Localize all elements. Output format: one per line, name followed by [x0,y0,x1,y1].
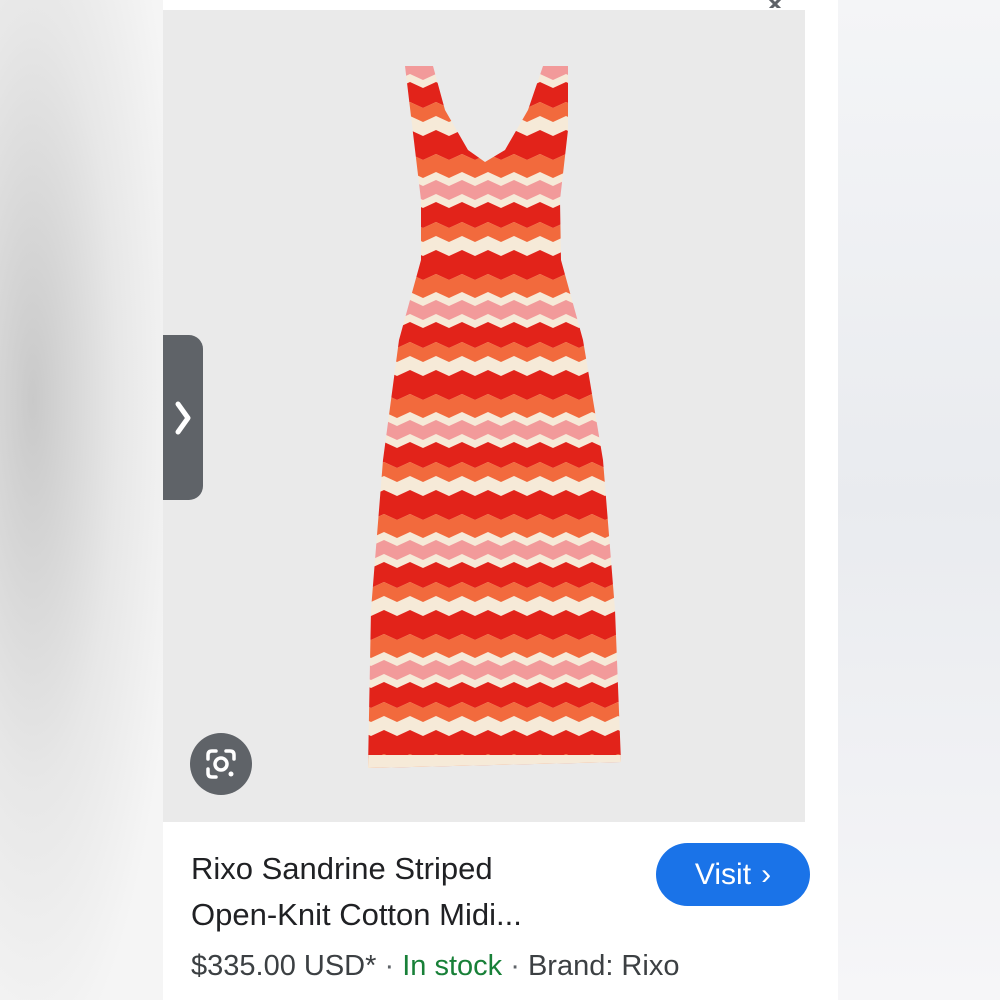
availability-status: In stock [402,950,503,982]
background-blur-left [0,0,165,1000]
google-lens-icon [206,749,236,779]
close-icon[interactable] [757,0,793,8]
price: $335.00 USD* [191,950,377,982]
product-title[interactable]: Rixo Sandrine Striped Open-Knit Cotton M… [191,846,641,938]
visit-label: Visit [694,857,752,891]
product-title-line1: Rixo Sandrine Striped [191,851,493,886]
product-title-line2: Open-Knit Cotton Midi... [191,897,522,932]
chevron-right-icon: › [761,857,772,891]
separator: · [510,950,520,982]
brand: Brand: Rixo [527,950,680,982]
product-image[interactable] [163,10,805,822]
dress-image [163,10,805,822]
chevron-right-icon [175,401,191,434]
product-meta: $335.00 USD* · In stock · Brand: Rixo [191,946,679,986]
background-blur-right [835,0,1000,1000]
visit-button[interactable]: Visit › [656,843,810,906]
previous-result-handle[interactable] [163,335,203,500]
google-lens-button[interactable] [190,733,252,795]
separator: · [384,950,395,982]
